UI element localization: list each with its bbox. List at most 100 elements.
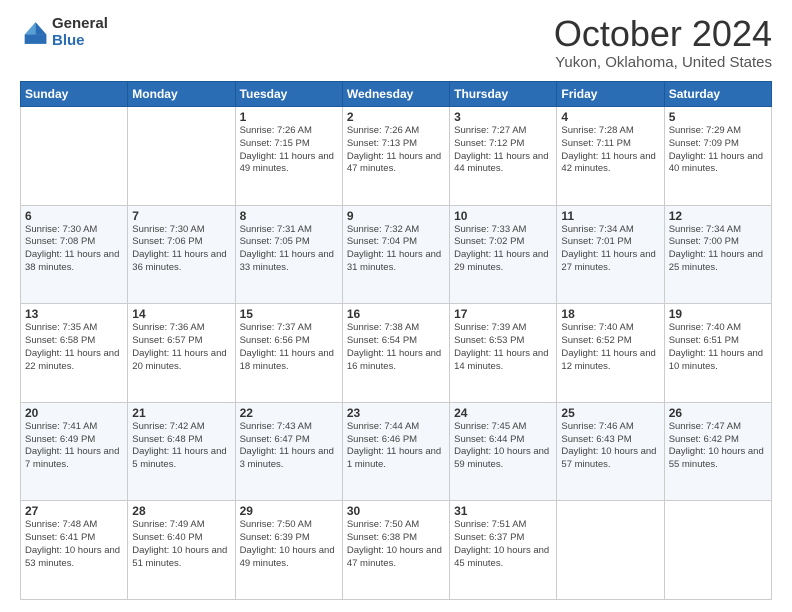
table-row: 14Sunrise: 7:36 AM Sunset: 6:57 PM Dayli… [128, 304, 235, 403]
col-thursday: Thursday [450, 82, 557, 107]
day-number: 18 [561, 307, 659, 321]
table-row [21, 107, 128, 206]
day-info: Sunrise: 7:41 AM Sunset: 6:49 PM Dayligh… [25, 421, 123, 472]
table-row [557, 501, 664, 600]
table-row: 11Sunrise: 7:34 AM Sunset: 7:01 PM Dayli… [557, 205, 664, 304]
day-number: 7 [132, 209, 230, 223]
table-row: 8Sunrise: 7:31 AM Sunset: 7:05 PM Daylig… [235, 205, 342, 304]
col-friday: Friday [557, 82, 664, 107]
day-info: Sunrise: 7:26 AM Sunset: 7:13 PM Dayligh… [347, 125, 445, 176]
day-number: 29 [240, 504, 338, 518]
table-row: 17Sunrise: 7:39 AM Sunset: 6:53 PM Dayli… [450, 304, 557, 403]
table-row: 27Sunrise: 7:48 AM Sunset: 6:41 PM Dayli… [21, 501, 128, 600]
day-number: 30 [347, 504, 445, 518]
table-row: 16Sunrise: 7:38 AM Sunset: 6:54 PM Dayli… [342, 304, 449, 403]
day-info: Sunrise: 7:37 AM Sunset: 6:56 PM Dayligh… [240, 322, 338, 373]
day-number: 3 [454, 110, 552, 124]
day-info: Sunrise: 7:49 AM Sunset: 6:40 PM Dayligh… [132, 519, 230, 570]
calendar-week-row: 13Sunrise: 7:35 AM Sunset: 6:58 PM Dayli… [21, 304, 772, 403]
table-row: 23Sunrise: 7:44 AM Sunset: 6:46 PM Dayli… [342, 402, 449, 501]
day-number: 15 [240, 307, 338, 321]
day-info: Sunrise: 7:47 AM Sunset: 6:42 PM Dayligh… [669, 421, 767, 472]
table-row [664, 501, 771, 600]
day-number: 20 [25, 406, 123, 420]
logo-text: General Blue [52, 16, 108, 49]
title-month: October 2024 [554, 16, 772, 52]
table-row: 28Sunrise: 7:49 AM Sunset: 6:40 PM Dayli… [128, 501, 235, 600]
table-row: 15Sunrise: 7:37 AM Sunset: 6:56 PM Dayli… [235, 304, 342, 403]
day-number: 8 [240, 209, 338, 223]
day-number: 19 [669, 307, 767, 321]
day-number: 25 [561, 406, 659, 420]
logo-icon [20, 19, 48, 47]
logo-blue-text: Blue [52, 33, 108, 50]
day-number: 11 [561, 209, 659, 223]
day-info: Sunrise: 7:34 AM Sunset: 7:00 PM Dayligh… [669, 224, 767, 275]
day-info: Sunrise: 7:39 AM Sunset: 6:53 PM Dayligh… [454, 322, 552, 373]
table-row: 13Sunrise: 7:35 AM Sunset: 6:58 PM Dayli… [21, 304, 128, 403]
day-info: Sunrise: 7:28 AM Sunset: 7:11 PM Dayligh… [561, 125, 659, 176]
day-info: Sunrise: 7:26 AM Sunset: 7:15 PM Dayligh… [240, 125, 338, 176]
table-row: 31Sunrise: 7:51 AM Sunset: 6:37 PM Dayli… [450, 501, 557, 600]
col-wednesday: Wednesday [342, 82, 449, 107]
calendar-table: Sunday Monday Tuesday Wednesday Thursday… [20, 81, 772, 600]
day-number: 6 [25, 209, 123, 223]
table-row: 1Sunrise: 7:26 AM Sunset: 7:15 PM Daylig… [235, 107, 342, 206]
day-number: 13 [25, 307, 123, 321]
day-number: 14 [132, 307, 230, 321]
day-info: Sunrise: 7:45 AM Sunset: 6:44 PM Dayligh… [454, 421, 552, 472]
table-row: 4Sunrise: 7:28 AM Sunset: 7:11 PM Daylig… [557, 107, 664, 206]
table-row: 5Sunrise: 7:29 AM Sunset: 7:09 PM Daylig… [664, 107, 771, 206]
day-info: Sunrise: 7:43 AM Sunset: 6:47 PM Dayligh… [240, 421, 338, 472]
day-info: Sunrise: 7:30 AM Sunset: 7:06 PM Dayligh… [132, 224, 230, 275]
day-info: Sunrise: 7:29 AM Sunset: 7:09 PM Dayligh… [669, 125, 767, 176]
day-number: 4 [561, 110, 659, 124]
day-number: 12 [669, 209, 767, 223]
table-row: 2Sunrise: 7:26 AM Sunset: 7:13 PM Daylig… [342, 107, 449, 206]
col-monday: Monday [128, 82, 235, 107]
day-info: Sunrise: 7:34 AM Sunset: 7:01 PM Dayligh… [561, 224, 659, 275]
day-info: Sunrise: 7:38 AM Sunset: 6:54 PM Dayligh… [347, 322, 445, 373]
day-number: 28 [132, 504, 230, 518]
logo-general-text: General [52, 16, 108, 33]
day-info: Sunrise: 7:50 AM Sunset: 6:39 PM Dayligh… [240, 519, 338, 570]
day-number: 27 [25, 504, 123, 518]
table-row: 6Sunrise: 7:30 AM Sunset: 7:08 PM Daylig… [21, 205, 128, 304]
day-number: 17 [454, 307, 552, 321]
col-saturday: Saturday [664, 82, 771, 107]
col-sunday: Sunday [21, 82, 128, 107]
day-number: 16 [347, 307, 445, 321]
day-number: 22 [240, 406, 338, 420]
table-row: 7Sunrise: 7:30 AM Sunset: 7:06 PM Daylig… [128, 205, 235, 304]
day-info: Sunrise: 7:33 AM Sunset: 7:02 PM Dayligh… [454, 224, 552, 275]
day-info: Sunrise: 7:27 AM Sunset: 7:12 PM Dayligh… [454, 125, 552, 176]
day-info: Sunrise: 7:48 AM Sunset: 6:41 PM Dayligh… [25, 519, 123, 570]
day-info: Sunrise: 7:42 AM Sunset: 6:48 PM Dayligh… [132, 421, 230, 472]
calendar-week-row: 27Sunrise: 7:48 AM Sunset: 6:41 PM Dayli… [21, 501, 772, 600]
calendar-week-row: 6Sunrise: 7:30 AM Sunset: 7:08 PM Daylig… [21, 205, 772, 304]
day-info: Sunrise: 7:40 AM Sunset: 6:51 PM Dayligh… [669, 322, 767, 373]
page: General Blue October 2024 Yukon, Oklahom… [0, 0, 792, 612]
day-number: 1 [240, 110, 338, 124]
logo: General Blue [20, 16, 108, 49]
table-row: 9Sunrise: 7:32 AM Sunset: 7:04 PM Daylig… [342, 205, 449, 304]
table-row: 3Sunrise: 7:27 AM Sunset: 7:12 PM Daylig… [450, 107, 557, 206]
day-number: 9 [347, 209, 445, 223]
title-block: October 2024 Yukon, Oklahoma, United Sta… [554, 16, 772, 71]
table-row: 10Sunrise: 7:33 AM Sunset: 7:02 PM Dayli… [450, 205, 557, 304]
day-info: Sunrise: 7:46 AM Sunset: 6:43 PM Dayligh… [561, 421, 659, 472]
table-row: 26Sunrise: 7:47 AM Sunset: 6:42 PM Dayli… [664, 402, 771, 501]
day-number: 10 [454, 209, 552, 223]
day-number: 31 [454, 504, 552, 518]
table-row: 18Sunrise: 7:40 AM Sunset: 6:52 PM Dayli… [557, 304, 664, 403]
day-info: Sunrise: 7:32 AM Sunset: 7:04 PM Dayligh… [347, 224, 445, 275]
day-info: Sunrise: 7:36 AM Sunset: 6:57 PM Dayligh… [132, 322, 230, 373]
day-info: Sunrise: 7:31 AM Sunset: 7:05 PM Dayligh… [240, 224, 338, 275]
day-info: Sunrise: 7:40 AM Sunset: 6:52 PM Dayligh… [561, 322, 659, 373]
table-row: 24Sunrise: 7:45 AM Sunset: 6:44 PM Dayli… [450, 402, 557, 501]
table-row: 20Sunrise: 7:41 AM Sunset: 6:49 PM Dayli… [21, 402, 128, 501]
table-row: 22Sunrise: 7:43 AM Sunset: 6:47 PM Dayli… [235, 402, 342, 501]
day-info: Sunrise: 7:44 AM Sunset: 6:46 PM Dayligh… [347, 421, 445, 472]
header: General Blue October 2024 Yukon, Oklahom… [20, 16, 772, 71]
title-location: Yukon, Oklahoma, United States [554, 54, 772, 71]
